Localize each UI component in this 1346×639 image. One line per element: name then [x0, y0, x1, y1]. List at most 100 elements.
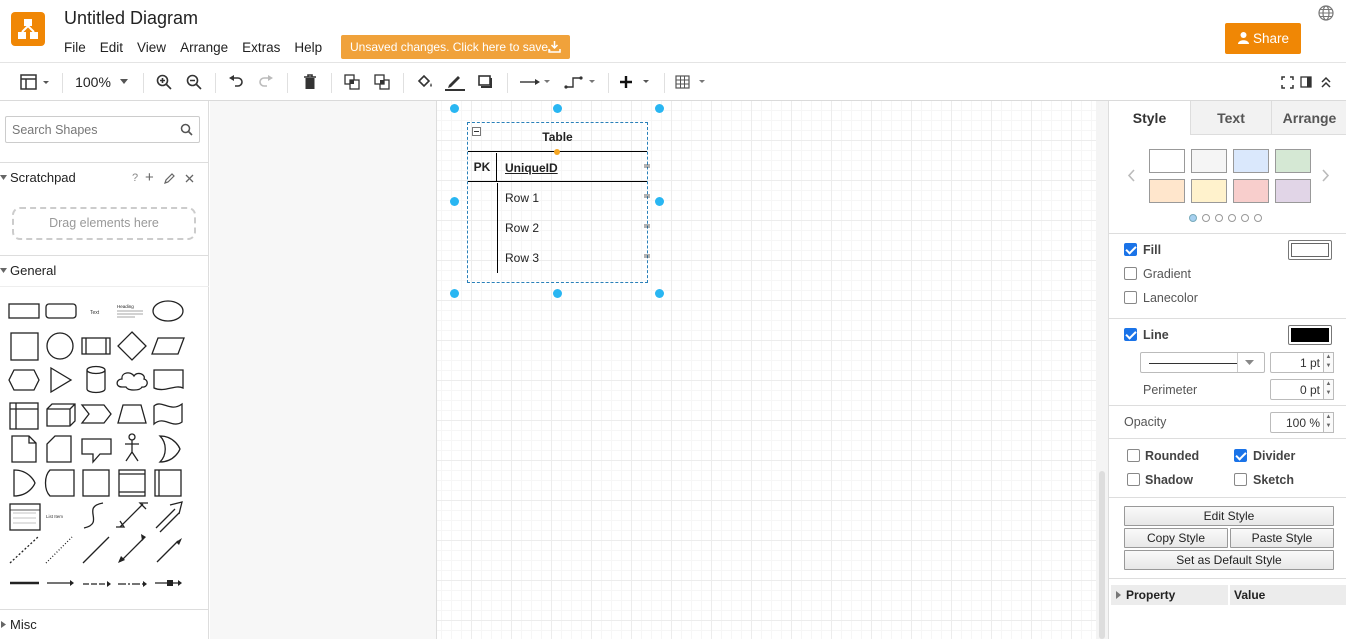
- menu-view[interactable]: View: [137, 40, 166, 55]
- resize-handle-w[interactable]: [450, 197, 459, 206]
- fullscreen-button[interactable]: [1279, 70, 1295, 94]
- menu-arrange[interactable]: Arrange: [180, 40, 228, 55]
- canvas-scrollbar[interactable]: [1096, 101, 1108, 639]
- menu-file[interactable]: File: [64, 40, 86, 55]
- to-front-button[interactable]: [342, 70, 362, 94]
- copy-style-button[interactable]: Copy Style: [1124, 528, 1228, 548]
- style-swatch-1[interactable]: [1149, 149, 1185, 173]
- unsaved-changes-button[interactable]: Unsaved changes. Click here to save.: [341, 35, 570, 59]
- edit-style-button[interactable]: Edit Style: [1124, 506, 1334, 526]
- search-icon[interactable]: [180, 123, 193, 136]
- tab-text[interactable]: Text: [1190, 101, 1271, 135]
- opacity-input[interactable]: 100 % ▲ ▼: [1270, 412, 1334, 433]
- zoom-in-icon: [156, 74, 172, 90]
- shadow-checkbox[interactable]: [1127, 473, 1140, 486]
- style-swatch-7[interactable]: [1233, 179, 1269, 203]
- menu-edit[interactable]: Edit: [100, 40, 123, 55]
- general-header[interactable]: General: [0, 255, 209, 285]
- style-swatch-5[interactable]: [1149, 179, 1185, 203]
- fill-color-picker[interactable]: [1288, 240, 1332, 260]
- fill-checkbox[interactable]: [1124, 243, 1137, 256]
- cube-shape: [46, 403, 76, 427]
- line-checkbox[interactable]: [1124, 328, 1137, 341]
- page-dot-2[interactable]: [1202, 214, 1210, 222]
- line-color-picker[interactable]: [1288, 325, 1332, 345]
- search-input[interactable]: Search Shapes: [5, 116, 200, 143]
- resize-handle-s[interactable]: [553, 289, 562, 298]
- resize-handle-ne[interactable]: [655, 104, 664, 113]
- redo-button[interactable]: [256, 70, 276, 94]
- style-swatch-2[interactable]: [1191, 149, 1227, 173]
- page-dot-5[interactable]: [1241, 214, 1249, 222]
- to-back-button[interactable]: [372, 70, 392, 94]
- misc-header[interactable]: Misc: [0, 609, 209, 639]
- page-dot-3[interactable]: [1215, 214, 1223, 222]
- zoom-out-button[interactable]: [184, 70, 204, 94]
- resize-handle-se[interactable]: [655, 289, 664, 298]
- style-swatch-4[interactable]: [1275, 149, 1311, 173]
- style-swatch-8[interactable]: [1275, 179, 1311, 203]
- edit-icon[interactable]: [164, 173, 175, 184]
- shadow-button[interactable]: [476, 70, 496, 94]
- connection-style-button[interactable]: [518, 70, 554, 94]
- tab-style[interactable]: Style: [1109, 101, 1190, 135]
- sketch-checkbox[interactable]: [1234, 473, 1247, 486]
- divider-checkbox[interactable]: [1234, 449, 1247, 462]
- search-placeholder: Search Shapes: [12, 123, 98, 137]
- gradient-checkbox[interactable]: [1124, 267, 1137, 280]
- table-row-1[interactable]: Row 1: [505, 191, 539, 205]
- scratchpad-dropzone[interactable]: Drag elements here: [12, 207, 196, 240]
- rounded-checkbox[interactable]: [1127, 449, 1140, 462]
- collapse-button[interactable]: [1318, 70, 1334, 94]
- line-color-button[interactable]: [444, 70, 466, 94]
- zoom-select[interactable]: 100%: [72, 70, 132, 94]
- paste-style-button[interactable]: Paste Style: [1230, 528, 1334, 548]
- page-dot-1[interactable]: [1189, 214, 1197, 222]
- line-width-stepper[interactable]: ▲ ▼: [1323, 352, 1334, 373]
- format-panel-button[interactable]: [1298, 70, 1314, 94]
- close-icon[interactable]: [185, 174, 194, 183]
- page-dot-4[interactable]: [1228, 214, 1236, 222]
- line-width-input[interactable]: 1 pt ▲ ▼: [1270, 352, 1334, 373]
- lanecolor-checkbox[interactable]: [1124, 291, 1137, 304]
- style-swatch-3[interactable]: [1233, 149, 1269, 173]
- chevron-right-icon[interactable]: [1321, 169, 1330, 182]
- menu-help[interactable]: Help: [294, 40, 322, 55]
- header-size-handle[interactable]: [554, 149, 560, 155]
- table-button[interactable]: [674, 70, 710, 94]
- set-default-style-button[interactable]: Set as Default Style: [1124, 550, 1334, 570]
- resize-handle-e[interactable]: [655, 197, 664, 206]
- opacity-value: 100 %: [1285, 416, 1320, 430]
- menu-extras[interactable]: Extras: [242, 40, 280, 55]
- line-pattern-select[interactable]: [1140, 352, 1265, 373]
- waypoints-button[interactable]: [563, 70, 599, 94]
- row-resize-handles[interactable]: [643, 161, 651, 261]
- globe-icon[interactable]: [1317, 4, 1335, 22]
- resize-handle-n[interactable]: [553, 104, 562, 113]
- tab-arrange[interactable]: Arrange: [1271, 101, 1346, 135]
- perimeter-stepper[interactable]: ▲ ▼: [1323, 379, 1334, 400]
- fill-color-button[interactable]: [414, 70, 436, 94]
- style-swatch-6[interactable]: [1191, 179, 1227, 203]
- perimeter-input[interactable]: 0 pt ▲ ▼: [1270, 379, 1334, 400]
- table-row-3[interactable]: Row 3: [505, 251, 539, 265]
- zoom-in-button[interactable]: [154, 70, 174, 94]
- resize-handle-nw[interactable]: [450, 104, 459, 113]
- table-pk-row[interactable]: PK UniqueID: [468, 153, 647, 182]
- insert-button[interactable]: [618, 70, 654, 94]
- resize-handle-sw[interactable]: [450, 289, 459, 298]
- diagram-title[interactable]: Untitled Diagram: [64, 8, 198, 29]
- page-dot-6[interactable]: [1254, 214, 1262, 222]
- scratchpad-header[interactable]: Scratchpad ? +: [0, 162, 209, 192]
- add-icon[interactable]: +: [145, 163, 154, 193]
- share-button[interactable]: Share: [1225, 23, 1301, 54]
- caret-right-icon[interactable]: [1116, 591, 1121, 599]
- table-row-2[interactable]: Row 2: [505, 221, 539, 235]
- er-table-shape[interactable]: Table PK UniqueID Row 1 Row 2 Row 3: [468, 123, 650, 282]
- delete-button[interactable]: [300, 70, 320, 94]
- view-panels-button[interactable]: [16, 70, 52, 94]
- opacity-stepper[interactable]: ▲ ▼: [1323, 412, 1334, 433]
- help-icon[interactable]: ?: [132, 163, 138, 193]
- chevron-left-icon[interactable]: [1127, 169, 1136, 182]
- undo-button[interactable]: [226, 70, 246, 94]
